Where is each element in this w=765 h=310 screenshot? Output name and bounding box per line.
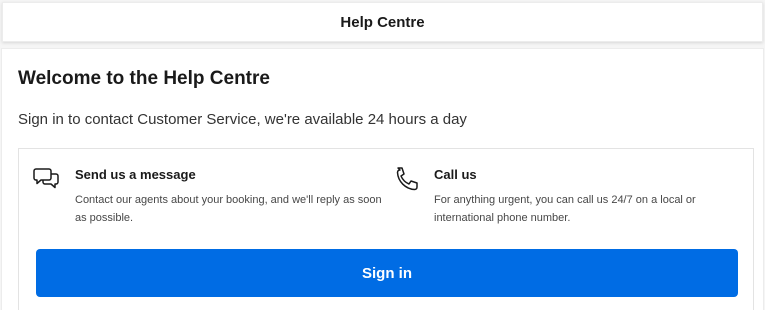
- call-us-description: For anything urgent, you can call us 24/…: [434, 194, 696, 224]
- call-us-title: Call us: [434, 167, 477, 182]
- call-us-text: Call us For anything urgent, you can cal…: [434, 163, 712, 227]
- help-centre-page: Help Centre Welcome to the Help Centre S…: [0, 0, 765, 310]
- send-message-description: Contact our agents about your booking, a…: [75, 194, 382, 224]
- page-header-title: Help Centre: [340, 13, 425, 31]
- contact-options-card: Send us a message Contact our agents abo…: [18, 148, 754, 310]
- send-message-title: Send us a message: [75, 167, 196, 182]
- call-us-option: Call us For anything urgent, you can cal…: [392, 163, 712, 227]
- welcome-title: Welcome to the Help Centre: [18, 68, 270, 89]
- welcome-subtitle: Sign in to contact Customer Service, we'…: [18, 111, 467, 128]
- send-message-option: Send us a message Contact our agents abo…: [33, 163, 383, 227]
- top-bar: Help Centre: [2, 2, 763, 42]
- sign-in-button[interactable]: Sign in: [36, 249, 738, 297]
- send-message-text: Send us a message Contact our agents abo…: [75, 163, 383, 227]
- chat-bubbles-icon: [33, 165, 63, 195]
- phone-icon: [392, 165, 422, 195]
- help-centre-main: Welcome to the Help Centre Sign in to co…: [1, 48, 764, 310]
